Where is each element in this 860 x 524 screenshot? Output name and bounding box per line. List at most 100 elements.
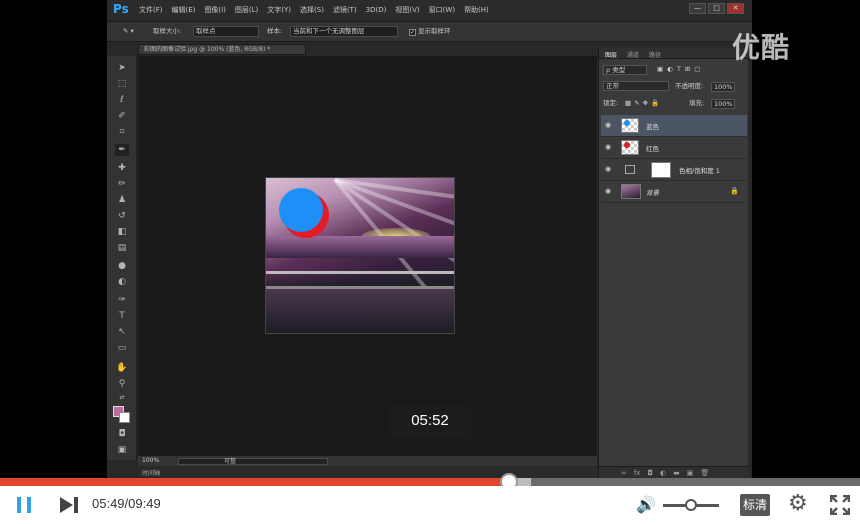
- layer-name: 背景: [646, 189, 659, 197]
- eye-icon: ◉: [605, 143, 612, 151]
- lock-label: 锁定:: [603, 99, 619, 107]
- eyedropper-tool-icon: ✎ ▾: [123, 27, 134, 35]
- kind-filter-select: ρ 类型: [603, 65, 647, 75]
- sample-select: 当前和下一个无调整图层: [290, 26, 398, 37]
- background-color-swatch: [119, 412, 130, 423]
- layer-thumbnail: [621, 118, 639, 133]
- pause-button[interactable]: [17, 497, 33, 513]
- minimize-icon: —: [689, 3, 706, 14]
- screen-mode-icon: ▣: [117, 445, 127, 455]
- gradient-tool-icon: ▤: [117, 243, 127, 253]
- bridge-railing: [266, 271, 454, 274]
- menu-window: 窗口(W): [428, 6, 456, 14]
- layer-name: 色相/饱和度 1: [679, 167, 720, 175]
- blue-circle-shape: [279, 188, 323, 232]
- lasso-tool-icon: ℓ: [120, 95, 124, 105]
- blue-dot: [624, 120, 630, 126]
- timeline-label: 时间轴: [142, 470, 161, 477]
- layer-row-hue-saturation: ◉ 色相/饱和度 1: [601, 159, 747, 181]
- eye-icon: ◉: [605, 187, 612, 195]
- menu-list: 文件(F) 编辑(E) 图像(I) 图层(L) 文字(Y) 选择(S) 滤镜(T…: [139, 5, 489, 15]
- video-frame[interactable]: Ps 文件(F) 编辑(E) 图像(I) 图层(L) 文字(Y) 选择(S) 滤…: [0, 0, 860, 478]
- fill-label: 填充:: [689, 99, 705, 107]
- adjustment-icon: [625, 165, 635, 174]
- next-icon: [60, 497, 73, 513]
- layer-mask-thumbnail: [651, 162, 671, 178]
- next-icon-bar: [74, 497, 78, 513]
- crop-tool-icon: ⌗: [119, 127, 125, 137]
- checkbox-checked-icon: ✓: [409, 29, 416, 36]
- menu-edit: 编辑(E): [171, 6, 196, 14]
- seek-time-tooltip: 05:52: [389, 404, 471, 437]
- blend-mode-select: 正常: [603, 81, 669, 91]
- horizontal-scrollbar: 可整: [178, 458, 328, 465]
- window-buttons: — □ ✕: [689, 3, 744, 14]
- sample-size-label: 取样大小:: [153, 27, 182, 35]
- document-tab: 彩图的图像试验.jpg @ 100% (蓝色, RGB/8) *: [138, 44, 306, 55]
- move-tool-icon: ➤: [118, 63, 126, 73]
- layer-row-blue: ◉ 蓝色: [601, 115, 747, 137]
- layer-row-background: ◉ 背景 🔒: [601, 181, 747, 203]
- menu-filter: 滤镜(T): [332, 6, 357, 14]
- quality-button[interactable]: 标清: [740, 494, 770, 516]
- options-bar: ✎ ▾ 取样大小: 取样点 样本: 当前和下一个无调整图层 ✓ 显示取样环: [107, 22, 752, 42]
- layer-row-red: ◉ 红色: [601, 137, 747, 159]
- layers-panel: 图层 通道 路径 ρ 类型 ▣◐T⊞▢ 正常 不透明度: 100% 锁定: ▩✎…: [598, 48, 749, 478]
- volume-slider[interactable]: [663, 499, 719, 511]
- menu-view: 视图(V): [395, 6, 420, 14]
- menu-bar: Ps 文件(F) 编辑(E) 图像(I) 图层(L) 文字(Y) 选择(S) 滤…: [107, 0, 752, 22]
- swap-colors-icon: ⇄: [119, 394, 125, 401]
- zoom-level: 100%: [142, 457, 160, 464]
- tools-panel: ➤ ⬚ ℓ ✐ ⌗ ✒ ✚ ✏ ♟ ↺ ◧ ▤ ● ◐ ✑ T ↖ ▭ ✋ ⚲ …: [107, 56, 137, 460]
- close-icon: ✕: [727, 3, 744, 14]
- fullscreen-icon: [830, 495, 850, 515]
- quick-mask-icon: ◘: [118, 429, 126, 439]
- volume-icon[interactable]: 🔊: [636, 495, 656, 514]
- filter-icons: ▣◐T⊞▢: [657, 65, 705, 73]
- canvas-area: ✒: [138, 56, 619, 455]
- fill-field: 100%: [711, 99, 735, 109]
- layer-name: 蓝色: [646, 123, 659, 131]
- eye-icon: ◉: [605, 165, 612, 173]
- lower-structure: [266, 289, 454, 333]
- lock-icons: ▩✎✥🔒: [625, 99, 663, 107]
- menu-type: 文字(Y): [267, 6, 292, 14]
- menu-image: 图像(I): [204, 6, 226, 14]
- tab-channels: 通道: [627, 52, 640, 59]
- eye-icon: ◉: [605, 121, 612, 129]
- layer-thumbnail: [621, 140, 639, 155]
- pen-tool-icon: ✑: [118, 295, 126, 305]
- watermark-logo: 优酷: [732, 31, 791, 64]
- timeline-bar: 时间轴: [138, 466, 597, 478]
- mask-icon: ◘: [647, 469, 653, 477]
- progress-bar[interactable]: [0, 473, 860, 491]
- layers-panel-footer: ∞ fx ◘ ◐ ▬ ▣ 🗑: [599, 466, 749, 478]
- pause-icon: [17, 497, 21, 513]
- lock-icon: 🔒: [730, 187, 739, 195]
- zoom-tool-icon: ⚲: [118, 379, 126, 389]
- maximize-icon: □: [708, 3, 725, 14]
- next-button[interactable]: [60, 496, 80, 514]
- status-bar: 100% 可整: [138, 455, 597, 466]
- gear-icon[interactable]: ⚙: [788, 492, 808, 516]
- new-layer-icon: ▣: [686, 469, 694, 477]
- stamp-tool-icon: ♟: [117, 195, 127, 205]
- sample-size-select: 取样点: [193, 26, 259, 37]
- healing-tool-icon: ✚: [118, 163, 126, 173]
- shape-tool-icon: ▭: [117, 343, 127, 353]
- path-select-tool-icon: ↖: [118, 327, 126, 337]
- type-tool-icon: T: [119, 311, 125, 321]
- volume-handle[interactable]: [685, 499, 697, 511]
- played-bar: [0, 478, 510, 486]
- layer-name: 红色: [646, 145, 659, 153]
- menu-help: 帮助(H): [464, 6, 489, 14]
- opacity-field: 100%: [711, 82, 735, 92]
- fullscreen-button[interactable]: [830, 495, 850, 515]
- history-brush-tool-icon: ↺: [118, 211, 126, 221]
- time-display: 05:49/09:49: [92, 496, 161, 511]
- trash-icon: 🗑: [700, 469, 710, 477]
- dodge-tool-icon: ◐: [118, 277, 126, 287]
- opacity-label: 不透明度:: [675, 82, 704, 90]
- link-icon: ∞: [621, 469, 627, 477]
- menu-layer: 图层(L): [234, 6, 259, 14]
